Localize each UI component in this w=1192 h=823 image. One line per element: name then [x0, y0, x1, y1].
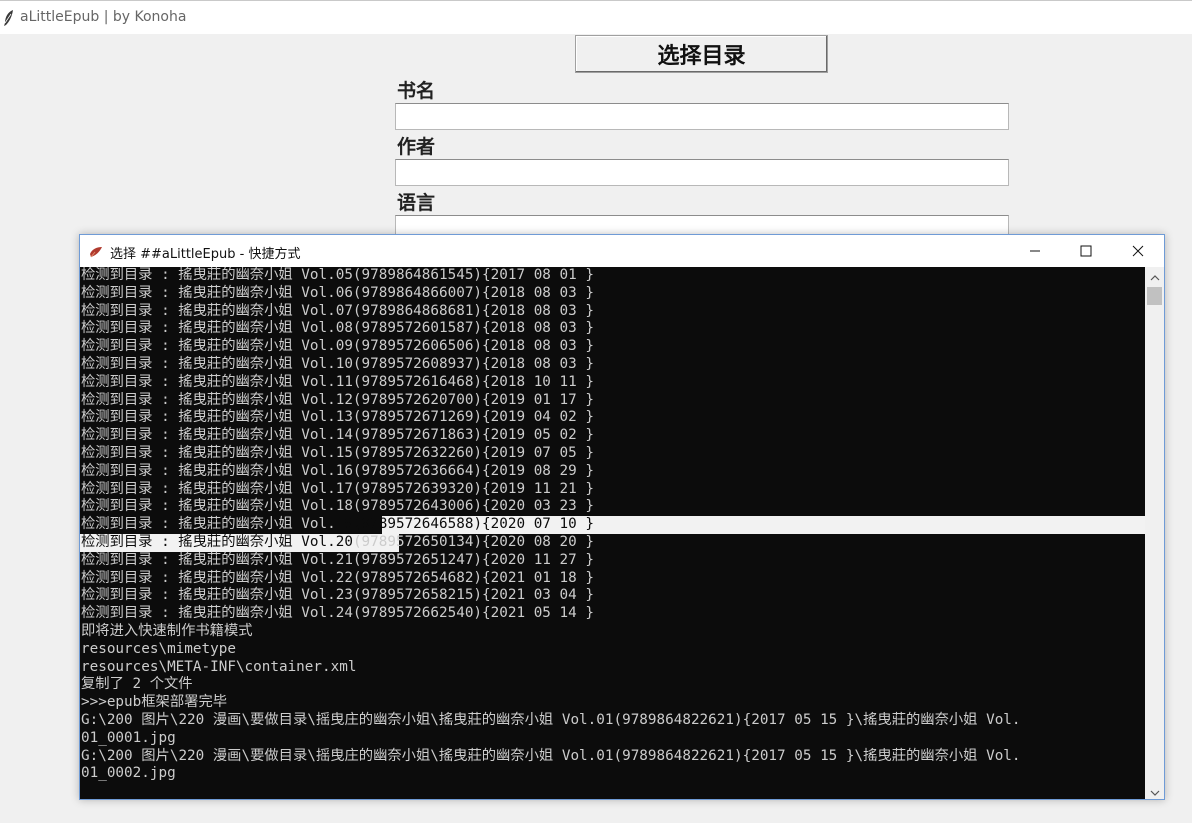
scroll-down-button[interactable]	[1145, 782, 1164, 799]
console-line: 检测到目录 : 搖曳莊的幽奈小姐 Vol.23(9789572658215){2…	[81, 587, 594, 604]
console-line: 检测到目录 : 搖曳莊的幽奈小姐 Vol.21(9789572651247){2…	[81, 551, 594, 568]
console-line: 检测到目录 : 搖曳莊的幽奈小姐 Vol.10(9789572608937){2…	[81, 355, 594, 372]
console-line-selected-start: 检测到目录 : 搖曳莊的幽奈小姐 Vol.20(9789572650134){2…	[80, 533, 1145, 552]
book-title-input[interactable]	[395, 103, 1009, 130]
author-input[interactable]	[395, 159, 1009, 186]
minimize-icon	[1029, 242, 1041, 261]
console-line: G:\200 图片\220 漫画\要做目录\摇曳庄的幽奈小姐\搖曳莊的幽奈小姐 …	[81, 711, 1021, 728]
close-button[interactable]	[1113, 235, 1163, 267]
console-line: 检测到目录 : 搖曳莊的幽奈小姐 Vol.07(9789864868681){2…	[81, 302, 594, 319]
scroll-thumb[interactable]	[1147, 287, 1162, 305]
console-line-selected-partial: 检测到目录 : 搖曳莊的幽奈小姐 Vol.19(9789572646588){2…	[80, 516, 1145, 534]
console-window[interactable]: 选择 ##aLittleEpub - 快捷方式 检测到目录 : 搖曳莊的幽奈小姐…	[79, 234, 1165, 800]
console-line: 检测到目录 : 搖曳莊的幽奈小姐 Vol.14(9789572671863){2…	[81, 427, 594, 444]
console-line: 检测到目录 : 搖曳莊的幽奈小姐 Vol.11(9789572616468){2…	[81, 373, 594, 390]
console-line: 检测到目录 : 搖曳莊的幽奈小姐 Vol.09(9789572606506){2…	[81, 338, 594, 355]
console-output[interactable]: 检测到目录 : 搖曳莊的幽奈小姐 Vol.05(9789864861545){2…	[80, 267, 1145, 799]
console-line: G:\200 图片\220 漫画\要做目录\摇曳庄的幽奈小姐\搖曳莊的幽奈小姐 …	[81, 747, 1021, 764]
console-line: 检测到目录 : 搖曳莊的幽奈小姐 Vol.16(9789572636664){2…	[81, 462, 594, 479]
chevron-down-icon	[1150, 781, 1160, 800]
console-line: 检测到目录 : 搖曳莊的幽奈小姐 Vol.24(9789572662540){2…	[81, 605, 594, 622]
console-line: 01_0001.jpg	[81, 729, 176, 746]
maximize-icon	[1080, 242, 1092, 261]
console-line: 检测到目录 : 搖曳莊的幽奈小姐 Vol.22(9789572654682){2…	[81, 569, 594, 586]
app-titlebar: aLittleEpub | by Konoha	[0, 0, 1192, 34]
maximize-button[interactable]	[1061, 235, 1111, 267]
console-line: 即将进入快速制作书籍模式	[81, 622, 253, 639]
console-line: 检测到目录 : 搖曳莊的幽奈小姐 Vol.17(9789572639320){2…	[81, 480, 594, 497]
author-label: 作者	[397, 136, 436, 158]
console-line: 检测到目录 : 搖曳莊的幽奈小姐 Vol.12(9789572620700){2…	[81, 391, 594, 408]
select-directory-button[interactable]: 选择目录	[575, 35, 828, 73]
console-title: 选择 ##aLittleEpub - 快捷方式	[110, 247, 301, 262]
console-scrollbar[interactable]	[1145, 267, 1164, 799]
console-line: 检测到目录 : 搖曳莊的幽奈小姐 Vol.18(9789572643006){2…	[81, 498, 594, 515]
scroll-up-button[interactable]	[1145, 267, 1164, 284]
console-line: resources\mimetype	[81, 640, 236, 657]
console-line: 检测到目录 : 搖曳莊的幽奈小姐 Vol.05(9789864861545){2…	[81, 267, 594, 283]
console-line: 检测到目录 : 搖曳莊的幽奈小姐 Vol.15(9789572632260){2…	[81, 444, 594, 461]
console-line: >>>epub框架部署完毕	[81, 694, 228, 711]
console-line: 检测到目录 : 搖曳莊的幽奈小姐 Vol.08(9789572601587){2…	[81, 320, 594, 337]
console-line: resources\META-INF\container.xml	[81, 658, 357, 675]
console-titlebar[interactable]: 选择 ##aLittleEpub - 快捷方式	[80, 235, 1164, 267]
console-line: 检测到目录 : 搖曳莊的幽奈小姐 Vol.06(9789864866007){2…	[81, 284, 594, 301]
feather-icon	[3, 9, 15, 27]
console-line: 复制了 2 个文件	[81, 676, 193, 693]
minimize-button[interactable]	[1010, 235, 1060, 267]
console-line: 检测到目录 : 搖曳莊的幽奈小姐 Vol.13(9789572671269){2…	[81, 409, 594, 426]
chevron-up-icon	[1150, 266, 1160, 285]
language-label: 语言	[397, 192, 436, 214]
console-app-icon	[89, 244, 103, 258]
close-icon	[1132, 242, 1144, 261]
app-title: aLittleEpub | by Konoha	[20, 9, 187, 25]
console-line: 01_0002.jpg	[81, 765, 176, 782]
book-title-label: 书名	[397, 80, 436, 102]
